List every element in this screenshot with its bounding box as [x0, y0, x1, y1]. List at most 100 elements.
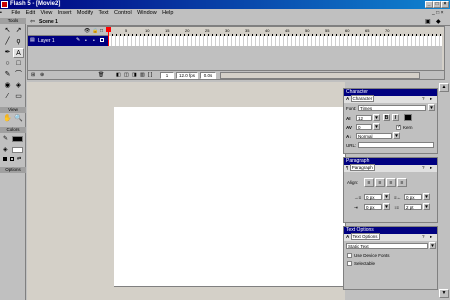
pen-tool-icon[interactable]: ✒ [2, 48, 13, 58]
doc-window-controls[interactable]: _ □ × [432, 10, 444, 16]
line-spacing-dropdown-icon[interactable]: ▾ [423, 203, 430, 210]
center-frame-icon[interactable]: ◧ [116, 72, 121, 78]
eraser-tool-icon[interactable]: ▭ [13, 92, 24, 102]
line-tool-icon[interactable]: ╱ [2, 37, 13, 47]
layer-outline-box[interactable] [100, 38, 104, 42]
hand-tool-icon[interactable]: ✋ [2, 114, 13, 124]
baseline-select[interactable]: Normal [356, 133, 392, 139]
align-left-button[interactable]: ≡ [364, 178, 374, 187]
align-center-button[interactable]: ≡ [375, 178, 385, 187]
menu-control[interactable]: Control [112, 9, 134, 17]
character-panel: Character A Character ? ▸ Font: Times ▾ … [343, 88, 438, 154]
add-layer-icon[interactable]: ⊞ [31, 72, 35, 78]
onion-skin-icon[interactable]: ◫ [124, 72, 129, 78]
edit-scene-icon[interactable]: ▣ [425, 18, 431, 25]
menu-insert[interactable]: Insert [56, 9, 74, 17]
right-margin-input[interactable]: 0 px [404, 194, 422, 200]
align-right-button[interactable]: ≡ [386, 178, 396, 187]
device-fonts-checkbox[interactable] [347, 253, 352, 258]
stage-canvas[interactable] [114, 107, 346, 287]
eye-icon[interactable]: 👁 [84, 28, 90, 34]
arrow-tool-icon[interactable]: ↖ [2, 26, 13, 36]
font-size-input[interactable]: 12 [356, 115, 372, 121]
frame-grid[interactable] [108, 36, 442, 46]
help-icon[interactable]: ? [422, 165, 425, 171]
left-margin-dropdown-icon[interactable]: ▾ [383, 193, 390, 200]
subselect-tool-icon[interactable]: ↗ [13, 26, 24, 36]
scroll-down-icon[interactable]: ▼ [439, 289, 449, 298]
fill-color-swatch[interactable] [12, 147, 23, 153]
edit-symbol-icon[interactable]: ◆ [436, 18, 441, 25]
font-dropdown-icon[interactable]: ▾ [428, 104, 435, 111]
indent-input[interactable]: 0 px [364, 204, 382, 210]
url-input[interactable] [358, 142, 434, 148]
layer-row[interactable]: ▤ Layer 1 ✎ • • [28, 36, 108, 46]
text-type-select[interactable]: Static Text [346, 243, 428, 249]
size-dropdown-icon[interactable]: ▾ [373, 114, 380, 121]
layer-visible-dot[interactable]: • [85, 38, 87, 44]
stage-vscroll[interactable]: ▲ ▼ [438, 82, 450, 300]
edit-multiple-icon[interactable]: ▥ [140, 72, 145, 78]
bold-button[interactable]: B [383, 114, 390, 121]
document-menu-icon[interactable]: ▪ [0, 9, 8, 17]
swap-colors-icon[interactable]: ⇄ [17, 156, 21, 162]
menu-help[interactable]: Help [160, 9, 175, 17]
oval-tool-icon[interactable]: ○ [2, 59, 13, 69]
kern-checkbox[interactable]: ✓ [396, 125, 401, 130]
maximize-button[interactable]: □ [433, 1, 441, 8]
scroll-up-icon[interactable]: ▲ [439, 83, 449, 92]
indent-dropdown-icon[interactable]: ▾ [383, 203, 390, 210]
text-color-swatch[interactable] [404, 114, 412, 121]
selectable-checkbox[interactable] [347, 261, 352, 266]
close-button[interactable]: × [441, 1, 449, 8]
default-colors-icon[interactable] [3, 157, 7, 161]
text-options-tab[interactable]: A Text Options ? ▸ [344, 233, 437, 241]
left-margin-input[interactable]: 0 px [364, 194, 382, 200]
modify-markers-icon[interactable]: [ ] [148, 72, 152, 78]
menu-text[interactable]: Text [97, 9, 111, 17]
add-guide-icon[interactable]: ⊕ [40, 72, 44, 78]
text-type-dropdown-icon[interactable]: ▾ [429, 242, 436, 249]
pencil-tool-icon[interactable]: ✎ [2, 70, 13, 80]
rectangle-tool-icon[interactable]: □ [13, 59, 24, 69]
font-select[interactable]: Times [358, 105, 426, 111]
no-color-icon[interactable] [10, 157, 14, 161]
layer-lock-dot[interactable]: • [93, 38, 95, 44]
baseline-icon: A↓ [346, 134, 352, 139]
panel-menu-icon[interactable]: ▸ [430, 234, 432, 240]
tracking-input[interactable]: 0 [356, 124, 372, 130]
menu-window[interactable]: Window [135, 9, 159, 17]
outline-icon[interactable]: □ [100, 28, 103, 34]
dropper-tool-icon[interactable]: ⁄ [2, 92, 13, 102]
brush-tool-icon[interactable]: ⌒ [13, 70, 24, 80]
stroke-color-swatch[interactable] [12, 136, 23, 142]
menu-edit[interactable]: Edit [24, 9, 37, 17]
lasso-tool-icon[interactable]: ϙ [13, 37, 24, 47]
zoom-tool-icon[interactable]: 🔍 [13, 114, 24, 124]
right-margin-dropdown-icon[interactable]: ▾ [423, 193, 430, 200]
text-tool-icon[interactable]: A [13, 48, 24, 58]
panel-menu-icon[interactable]: ▸ [430, 165, 432, 171]
font-label: Font: [346, 106, 357, 111]
help-icon[interactable]: ? [422, 234, 425, 240]
help-icon[interactable]: ? [422, 96, 425, 102]
italic-button[interactable]: I [392, 114, 399, 121]
menu-view[interactable]: View [39, 9, 55, 17]
playhead-handle[interactable] [106, 27, 111, 32]
menu-file[interactable]: File [9, 9, 22, 17]
paragraph-tab[interactable]: ¶ Paragraph ? ▸ [344, 164, 437, 172]
tracking-dropdown-icon[interactable]: ▾ [373, 123, 380, 130]
onion-outline-icon[interactable]: ◨ [132, 72, 137, 78]
line-spacing-input[interactable]: 2 pt [404, 204, 422, 210]
ink-bottle-tool-icon[interactable]: ◉ [2, 81, 13, 91]
paint-bucket-tool-icon[interactable]: ◈ [13, 81, 24, 91]
menu-modify[interactable]: Modify [75, 9, 95, 17]
baseline-dropdown-icon[interactable]: ▾ [393, 132, 400, 139]
timeline-hscroll[interactable] [220, 72, 420, 79]
justify-button[interactable]: ≡ [397, 178, 407, 187]
minimize-button[interactable]: _ [425, 1, 433, 8]
delete-layer-icon[interactable]: 🗑 [98, 72, 104, 78]
panel-menu-icon[interactable]: ▸ [430, 96, 432, 102]
lock-icon[interactable]: 🔒 [92, 28, 98, 34]
character-tab[interactable]: A Character ? ▸ [344, 95, 437, 103]
